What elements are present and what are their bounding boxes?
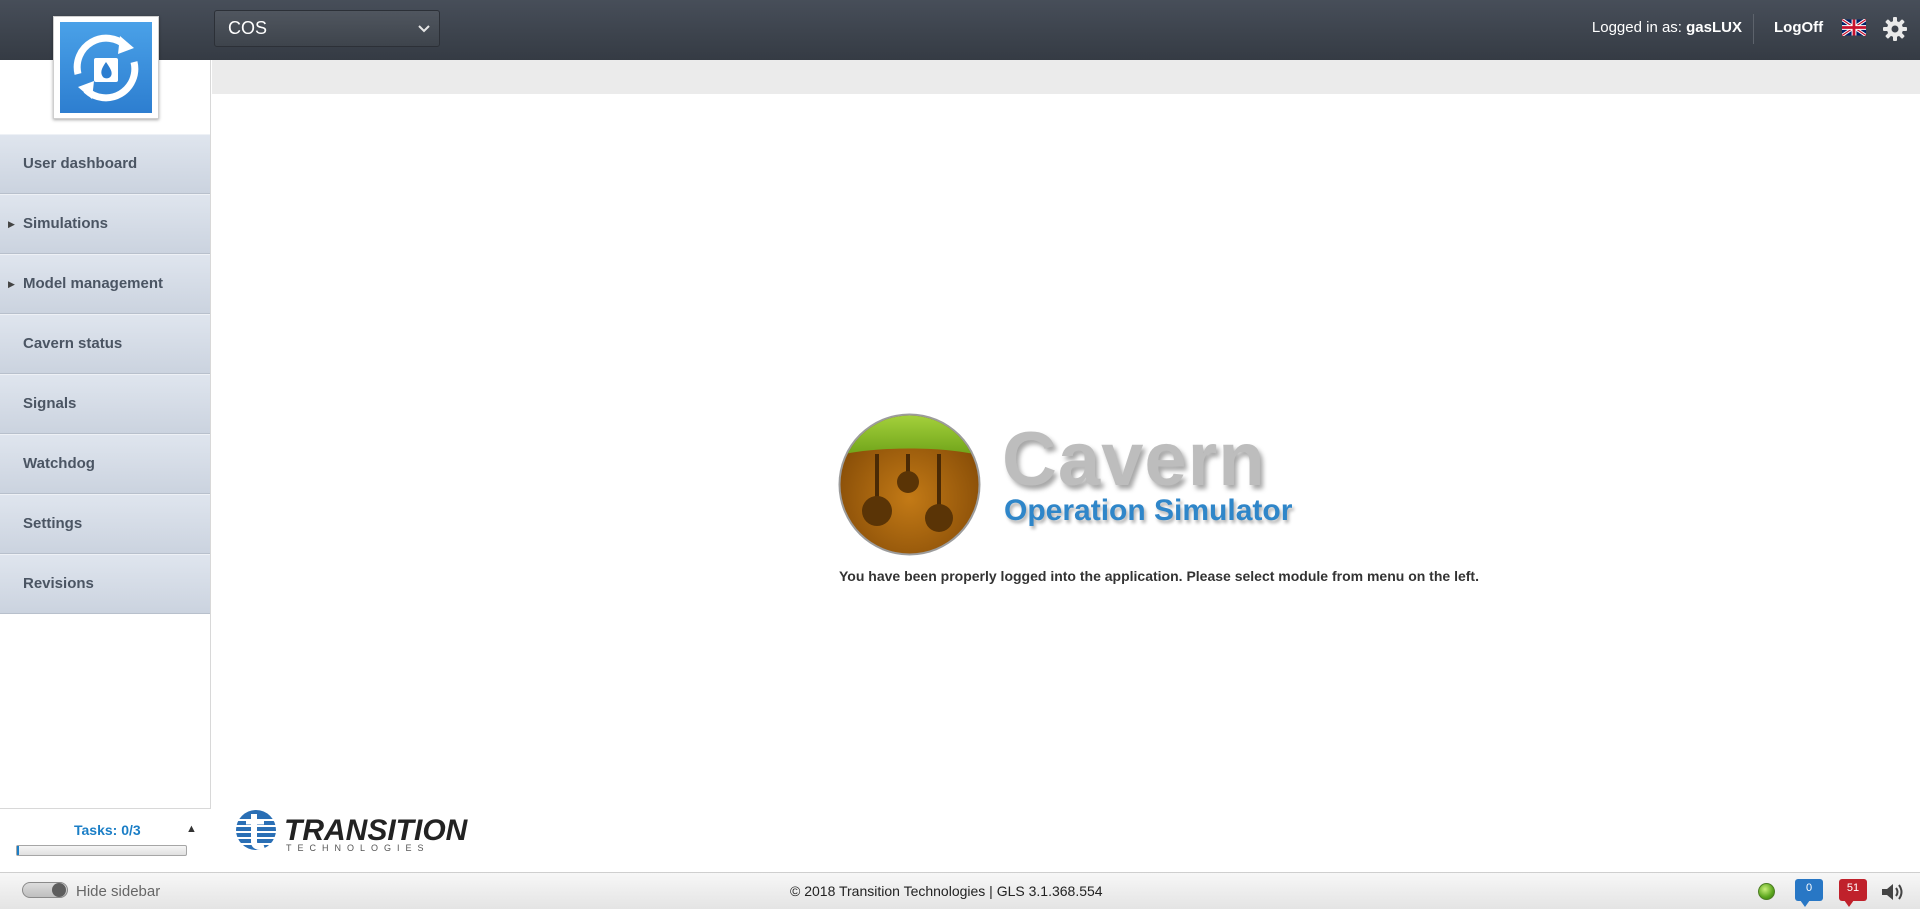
top-bar: COS Logged in as: gasLUX LogOff	[0, 0, 1920, 60]
caret-right-icon: ▶	[8, 219, 15, 229]
vendor-subtitle: TECHNOLOGIES	[286, 843, 430, 853]
cavern-logo-icon	[838, 413, 981, 556]
sidebar-item-label: Watchdog	[23, 455, 95, 472]
sidebar-item-label: Signals	[23, 395, 77, 412]
sidebar-item-model-management[interactable]: ▶ Model management	[0, 254, 210, 314]
sidebar-item-watchdog[interactable]: Watchdog	[0, 434, 210, 494]
logoff-button[interactable]: LogOff	[1774, 19, 1823, 36]
gas-cycle-icon	[60, 22, 152, 113]
sidebar-nav: User dashboard ▶ Simulations ▶ Model man…	[0, 134, 210, 614]
alerts-count: 51	[1846, 882, 1860, 894]
sidebar-item-label: Cavern status	[23, 335, 123, 352]
sidebar-item-label: Revisions	[23, 575, 94, 592]
module-select-value: COS	[228, 18, 268, 38]
splash-title: Cavern	[1002, 417, 1266, 502]
chevron-down-icon	[417, 11, 431, 59]
tasks-progress-bar	[16, 845, 187, 856]
sidebar-item-label: Model management	[23, 275, 164, 292]
messages-badge[interactable]: 0	[1795, 879, 1823, 907]
sidebar-item-label: Simulations	[23, 215, 109, 232]
hide-sidebar-toggle[interactable]	[22, 882, 68, 898]
tasks-progress-fill	[17, 846, 20, 855]
welcome-message: You have been properly logged into the a…	[839, 568, 1479, 584]
header-divider	[1753, 14, 1754, 44]
vendor-logo: TRANSITION TECHNOLOGIES	[234, 808, 467, 856]
messages-count: 0	[1805, 882, 1813, 894]
sidebar: User dashboard ▶ Simulations ▶ Model man…	[0, 60, 211, 872]
speaker-icon[interactable]	[1880, 881, 1908, 903]
sidebar-item-settings[interactable]: Settings	[0, 494, 210, 554]
sidebar-item-user-dashboard[interactable]: User dashboard	[0, 134, 210, 194]
sidebar-item-label: User dashboard	[23, 155, 138, 172]
app-logo[interactable]	[53, 16, 159, 119]
status-ok-icon[interactable]	[1758, 883, 1775, 900]
footer-bar: Hide sidebar © 2018 Transition Technolog…	[0, 872, 1920, 909]
uk-flag-icon[interactable]	[1842, 19, 1866, 36]
caret-up-icon[interactable]: ▲	[186, 823, 197, 835]
alerts-badge[interactable]: 51	[1839, 879, 1867, 907]
vendor-name: TRANSITION	[284, 814, 468, 847]
sidebar-item-cavern-status[interactable]: Cavern status	[0, 314, 210, 374]
tasks-label[interactable]: Tasks: 0/3	[74, 822, 141, 838]
sidebar-item-signals[interactable]: Signals	[0, 374, 210, 434]
logged-in-label: Logged in as:	[1591, 19, 1682, 36]
vendor-emblem-icon	[236, 810, 276, 850]
module-select[interactable]: COS	[214, 10, 440, 47]
hide-sidebar-label[interactable]: Hide sidebar	[76, 883, 160, 900]
logged-in-info: Logged in as: gasLUX	[1592, 19, 1742, 36]
sidebar-item-simulations[interactable]: ▶ Simulations	[0, 194, 210, 254]
tasks-panel: Tasks: 0/3 ▲	[0, 808, 211, 872]
username: gasLUX	[1686, 19, 1742, 36]
content-toolbar	[212, 60, 1920, 94]
main-content: Cavern Operation Simulator You have been…	[212, 94, 1920, 872]
sidebar-item-label: Settings	[23, 515, 83, 532]
gear-icon[interactable]	[1882, 16, 1908, 42]
caret-right-icon: ▶	[8, 279, 15, 289]
copyright-text: © 2018 Transition Technologies | GLS 3.1…	[790, 883, 1103, 899]
sidebar-item-revisions[interactable]: Revisions	[0, 554, 210, 614]
toggle-knob	[52, 883, 66, 897]
splash-subtitle: Operation Simulator	[1004, 494, 1293, 527]
